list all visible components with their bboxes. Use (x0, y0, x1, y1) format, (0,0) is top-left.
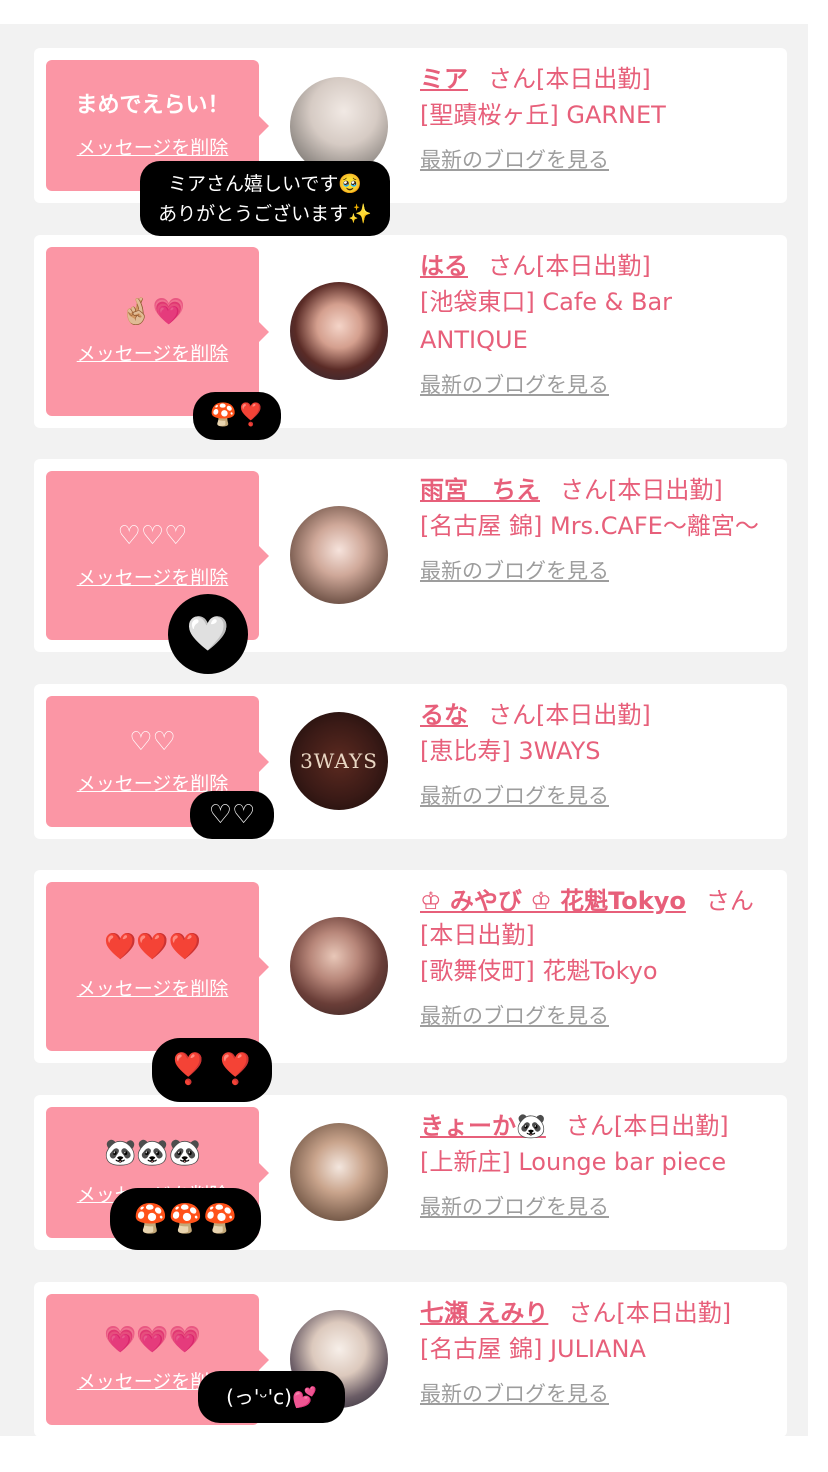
message-text: ❤️❤️❤️ (103, 932, 202, 962)
reply-badge: 🤍 (168, 594, 248, 674)
message-text: 💗💗💗 (103, 1325, 202, 1355)
cast-info: はる さん[本日出勤] [池袋東口] Cafe & Bar ANTIQUE 最新の… (420, 249, 775, 399)
avatar-logo-text: 3WAYS (300, 749, 378, 773)
shop-label: [歌舞伎町] 花魁Tokyo (420, 957, 658, 985)
cast-name-link[interactable]: 七瀬 えみり (420, 1299, 548, 1327)
message-text: 🤞🏼💗 (120, 297, 185, 327)
cast-name-line: きょーか🐼 さん[本日出勤] (420, 1109, 775, 1143)
avatar[interactable] (290, 1123, 388, 1221)
cast-info: きょーか🐼 さん[本日出勤] [上新庄] Lounge bar piece 最新の… (420, 1109, 775, 1221)
cast-name-link[interactable]: 雨宮 ちえ (420, 476, 540, 504)
latest-blog-link[interactable]: 最新のブログを見る (420, 555, 609, 585)
message-card: 💗💗💗 メッセージを削除 七瀬 えみり さん[本日出勤] [名古屋 錦] JULI… (34, 1282, 787, 1437)
message-card: 🤞🏼💗 メッセージを削除 はる さん[本日出勤] [池袋東口] Cafe & Ba… (34, 235, 787, 428)
cast-name-link[interactable]: きょーか🐼 (420, 1112, 546, 1140)
message-text: まめでえらい！ (75, 93, 230, 118)
latest-blog-link[interactable]: 最新のブログを見る (420, 144, 609, 174)
attendance-status: [本日出勤] (420, 921, 535, 949)
message-text: ♡♡ (129, 727, 176, 757)
reply-badge: ♡♡ (190, 791, 274, 839)
latest-blog-link[interactable]: 最新のブログを見る (420, 1191, 609, 1221)
delete-message-link[interactable]: メッセージを削除 (77, 974, 229, 1001)
cast-name-link[interactable]: るな (420, 701, 468, 729)
cast-name-line: ♔ みやび ♔ 花魁Tokyo さん [本日出勤] (420, 884, 775, 952)
attendance-label: さん[本日出勤] (488, 701, 651, 729)
message-card: ❤️❤️❤️ メッセージを削除 ♔ みやび ♔ 花魁Tokyo さん [本日出勤] … (34, 870, 787, 1063)
avatar[interactable]: 3WAYS (290, 712, 388, 810)
reply-badge: (っ'ᵕ'c)💕 (198, 1371, 345, 1423)
latest-blog-link[interactable]: 最新のブログを見る (420, 1378, 609, 1408)
message-text: ♡♡♡ (117, 521, 188, 551)
latest-blog-link[interactable]: 最新のブログを見る (420, 369, 609, 399)
shop-label: [恵比寿] 3WAYS (420, 737, 601, 765)
latest-blog-link[interactable]: 最新のブログを見る (420, 780, 609, 810)
cast-info: 七瀬 えみり さん[本日出勤] [名古屋 錦] JULIANA 最新のブログを見る (420, 1296, 775, 1408)
reply-badge: ❣️ ❣️ (152, 1038, 272, 1102)
avatar[interactable] (290, 917, 388, 1015)
cast-name-line: はる さん[本日出勤] (420, 249, 775, 283)
shop-label: [池袋東口] Cafe & Bar ANTIQUE (420, 288, 673, 354)
message-bubble: ❤️❤️❤️ メッセージを削除 (46, 882, 269, 1051)
message-text: 🐼🐼🐼 (103, 1138, 202, 1168)
cast-name-link[interactable]: ♔ みやび ♔ 花魁Tokyo (420, 887, 686, 915)
avatar[interactable] (290, 506, 388, 604)
shop-label: [名古屋 錦] JULIANA (420, 1335, 646, 1363)
cast-name-line: 七瀬 えみり さん[本日出勤] (420, 1296, 775, 1330)
message-bubble: 🤞🏼💗 メッセージを削除 (46, 247, 269, 416)
attendance-label: さん[本日出勤] (565, 1112, 729, 1140)
delete-message-link[interactable]: メッセージを削除 (77, 339, 229, 366)
cast-name-line: 雨宮 ちえ さん[本日出勤] (420, 473, 775, 507)
reply-badge: 🍄❣️ (193, 392, 281, 440)
cast-name-link[interactable]: ミア (420, 65, 468, 93)
delete-message-link[interactable]: メッセージを削除 (77, 563, 229, 590)
cast-info: 雨宮 ちえ さん[本日出勤] [名古屋 錦] Mrs.CAFE〜離宮〜 最新のブロ… (420, 473, 775, 585)
reply-badge: ミアさん嬉しいです🥹 ありがとうございます✨ (140, 161, 390, 236)
attendance-label: さん (705, 887, 754, 915)
attendance-label: さん[本日出勤] (560, 476, 723, 504)
cast-info: ミア さん[本日出勤] [聖蹟桜ヶ丘] GARNET 最新のブログを見る (420, 62, 775, 174)
attendance-label: さん[本日出勤] (488, 65, 651, 93)
message-card: ♡♡♡ メッセージを削除 雨宮 ちえ さん[本日出勤] [名古屋 錦] Mrs.C… (34, 459, 787, 652)
message-card: ♡♡ メッセージを削除 3WAYS るな さん[本日出勤] [恵比寿] 3WAYS… (34, 684, 787, 839)
delete-message-link[interactable]: メッセージを削除 (77, 133, 229, 160)
cast-name-link[interactable]: はる (420, 252, 468, 280)
cast-name-line: ミア さん[本日出勤] (420, 62, 775, 96)
shop-label: [上新庄] Lounge bar piece (420, 1148, 727, 1176)
cast-info: るな さん[本日出勤] [恵比寿] 3WAYS 最新のブログを見る (420, 698, 775, 810)
reply-badge: 🍄🍄🍄 (110, 1188, 261, 1250)
shop-label: [名古屋 錦] Mrs.CAFE〜離宮〜 (420, 512, 759, 540)
cast-info: ♔ みやび ♔ 花魁Tokyo さん [本日出勤] [歌舞伎町] 花魁Tokyo 最… (420, 884, 775, 1030)
shop-label: [聖蹟桜ヶ丘] GARNET (420, 101, 666, 129)
attendance-label: さん[本日出勤] (568, 1299, 732, 1327)
cast-name-line: るな さん[本日出勤] (420, 698, 775, 732)
avatar[interactable] (290, 282, 388, 380)
latest-blog-link[interactable]: 最新のブログを見る (420, 1000, 609, 1030)
attendance-label: さん[本日出勤] (488, 252, 651, 280)
